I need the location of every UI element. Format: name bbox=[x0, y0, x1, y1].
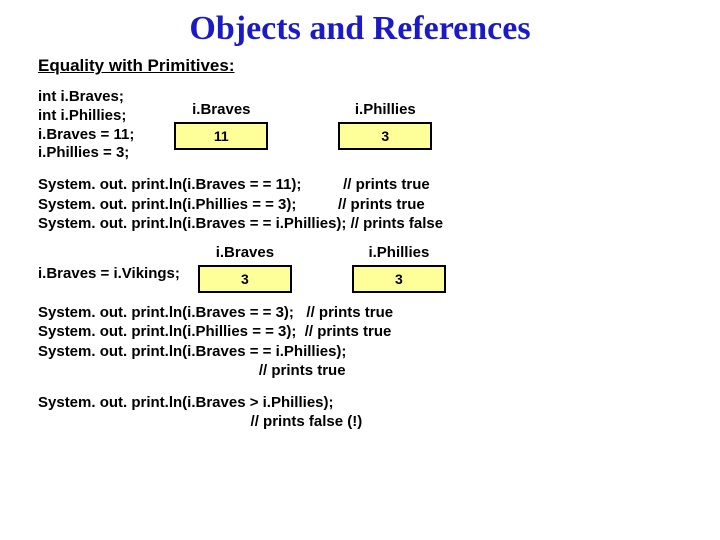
decl-line: int i.Braves; bbox=[38, 88, 124, 105]
diagram-label: i.Braves bbox=[216, 244, 274, 261]
diagram-box: 11 bbox=[174, 122, 268, 150]
decl-line: int i.Phillies; bbox=[38, 107, 126, 124]
code-assignment: i.Braves = i.Vikings; bbox=[38, 265, 180, 282]
diagram-a: i.Braves 11 i.Phillies 3 bbox=[174, 101, 432, 150]
decl-line: i.Braves = 11; bbox=[38, 126, 134, 143]
stmt-line: System. out. print.ln(i.Braves = = 11); … bbox=[38, 175, 690, 195]
diagram-a-left: i.Braves 11 bbox=[174, 101, 268, 150]
section-subtitle: Equality with Primitives: bbox=[38, 56, 690, 76]
diagram-label: i.Phillies bbox=[368, 244, 429, 261]
stmt-line: System. out. print.ln(i.Braves > i.Phill… bbox=[38, 393, 690, 413]
stmt-line: System. out. print.ln(i.Phillies = = 3);… bbox=[38, 195, 690, 215]
statements-c: System. out. print.ln(i.Braves > i.Phill… bbox=[38, 393, 690, 432]
row-declarations: int i.Braves; int i.Phillies; i.Braves =… bbox=[38, 88, 690, 163]
decl-line: i.Phillies = 3; bbox=[38, 144, 129, 161]
stmt-line: System. out. print.ln(i.Braves = = i.Phi… bbox=[38, 342, 690, 362]
statements-b: System. out. print.ln(i.Braves = = 3); /… bbox=[38, 303, 690, 381]
diagram-b-right: i.Phillies 3 bbox=[352, 244, 446, 293]
stmt-line: System. out. print.ln(i.Phillies = = 3);… bbox=[38, 322, 690, 342]
row-assignment: i.Braves = i.Vikings; i.Braves 3 i.Phill… bbox=[38, 244, 690, 293]
stmt-line: System. out. print.ln(i.Braves = = 3); /… bbox=[38, 303, 690, 323]
stmt-line: // prints true bbox=[38, 361, 690, 381]
slide-content: Equality with Primitives: int i.Braves; … bbox=[0, 56, 720, 432]
diagram-label: i.Braves bbox=[192, 101, 250, 118]
diagram-box: 3 bbox=[198, 265, 292, 293]
diagram-label: i.Phillies bbox=[355, 101, 416, 118]
diagram-b-left: i.Braves 3 bbox=[198, 244, 292, 293]
code-declarations: int i.Braves; int i.Phillies; i.Braves =… bbox=[38, 88, 134, 163]
statements-a: System. out. print.ln(i.Braves = = 11); … bbox=[38, 175, 690, 234]
diagram-b: i.Braves 3 i.Phillies 3 bbox=[198, 244, 446, 293]
diagram-box: 3 bbox=[338, 122, 432, 150]
diagram-box: 3 bbox=[352, 265, 446, 293]
page-title: Objects and References bbox=[0, 0, 720, 56]
stmt-line: // prints false (!) bbox=[38, 412, 690, 432]
stmt-line: System. out. print.ln(i.Braves = = i.Phi… bbox=[38, 214, 690, 234]
diagram-a-right: i.Phillies 3 bbox=[338, 101, 432, 150]
